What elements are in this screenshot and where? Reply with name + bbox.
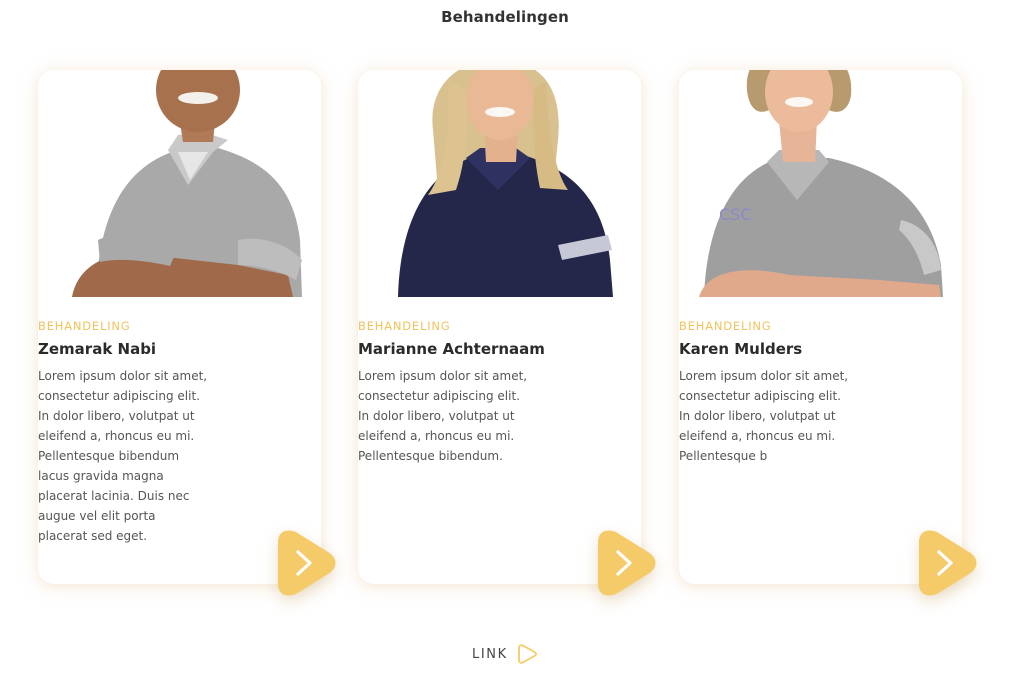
category-label: BEHANDELING bbox=[679, 319, 772, 333]
chevron-right-icon bbox=[919, 530, 977, 596]
footer-link[interactable]: LINK bbox=[472, 644, 538, 664]
person-name: Karen Mulders bbox=[679, 340, 803, 358]
person-description: Lorem ipsum dolor sit amet, consectetur … bbox=[679, 369, 849, 463]
person-name: Marianne Achternaam bbox=[358, 340, 545, 358]
treatment-card: BEHANDELING Marianne Achternaam Lorem ip… bbox=[358, 70, 656, 596]
play-outline-icon bbox=[517, 644, 537, 664]
next-button[interactable] bbox=[588, 528, 658, 598]
person-photo bbox=[38, 70, 321, 297]
category-label: BEHANDELING bbox=[358, 319, 451, 333]
footer-link-label: LINK bbox=[472, 646, 508, 662]
person-name: Zemarak Nabi bbox=[38, 340, 157, 358]
next-button[interactable] bbox=[268, 528, 338, 598]
chevron-right-icon bbox=[278, 530, 336, 596]
treatment-card: BEHANDELING Zemarak Nabi Lorem ipsum dol… bbox=[38, 70, 336, 596]
person-description: Lorem ipsum dolor sit amet, consectetur … bbox=[38, 369, 208, 543]
person-photo bbox=[358, 70, 641, 297]
svg-text:CSC: CSC bbox=[719, 205, 752, 224]
treatment-card: CSC BEHANDELING Karen Mulders Lorem ipsu… bbox=[679, 70, 977, 596]
section-title: Behandelingen bbox=[441, 8, 569, 26]
chevron-right-icon bbox=[598, 530, 656, 596]
next-button[interactable] bbox=[909, 528, 979, 598]
person-description: Lorem ipsum dolor sit amet, consectetur … bbox=[358, 369, 528, 463]
person-photo: CSC bbox=[679, 70, 962, 297]
category-label: BEHANDELING bbox=[38, 319, 131, 333]
